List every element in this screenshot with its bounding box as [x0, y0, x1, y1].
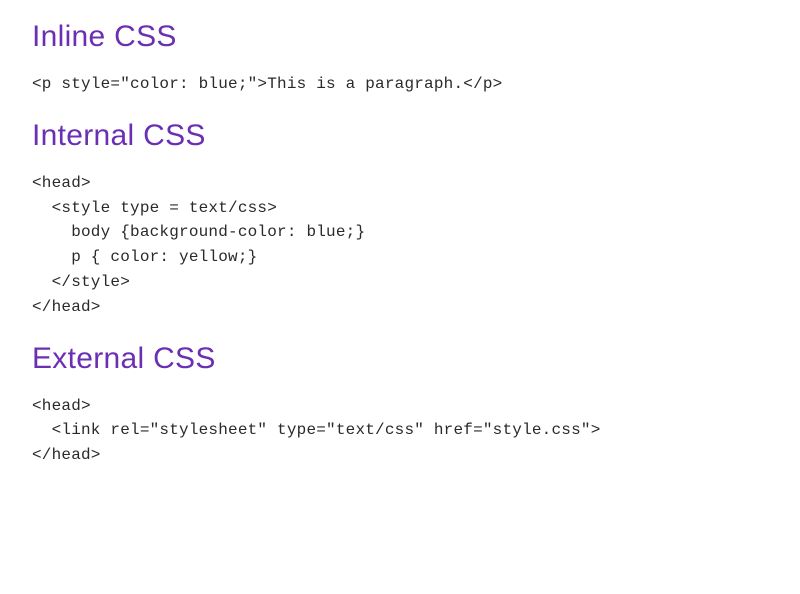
- heading-external-css: External CSS: [32, 342, 768, 376]
- code-external-css: <head> <link rel="stylesheet" type="text…: [32, 394, 768, 468]
- code-internal-css: <head> <style type = text/css> body {bac…: [32, 171, 768, 320]
- code-inline-css: <p style="color: blue;">This is a paragr…: [32, 72, 768, 97]
- heading-inline-css: Inline CSS: [32, 20, 768, 54]
- heading-internal-css: Internal CSS: [32, 119, 768, 153]
